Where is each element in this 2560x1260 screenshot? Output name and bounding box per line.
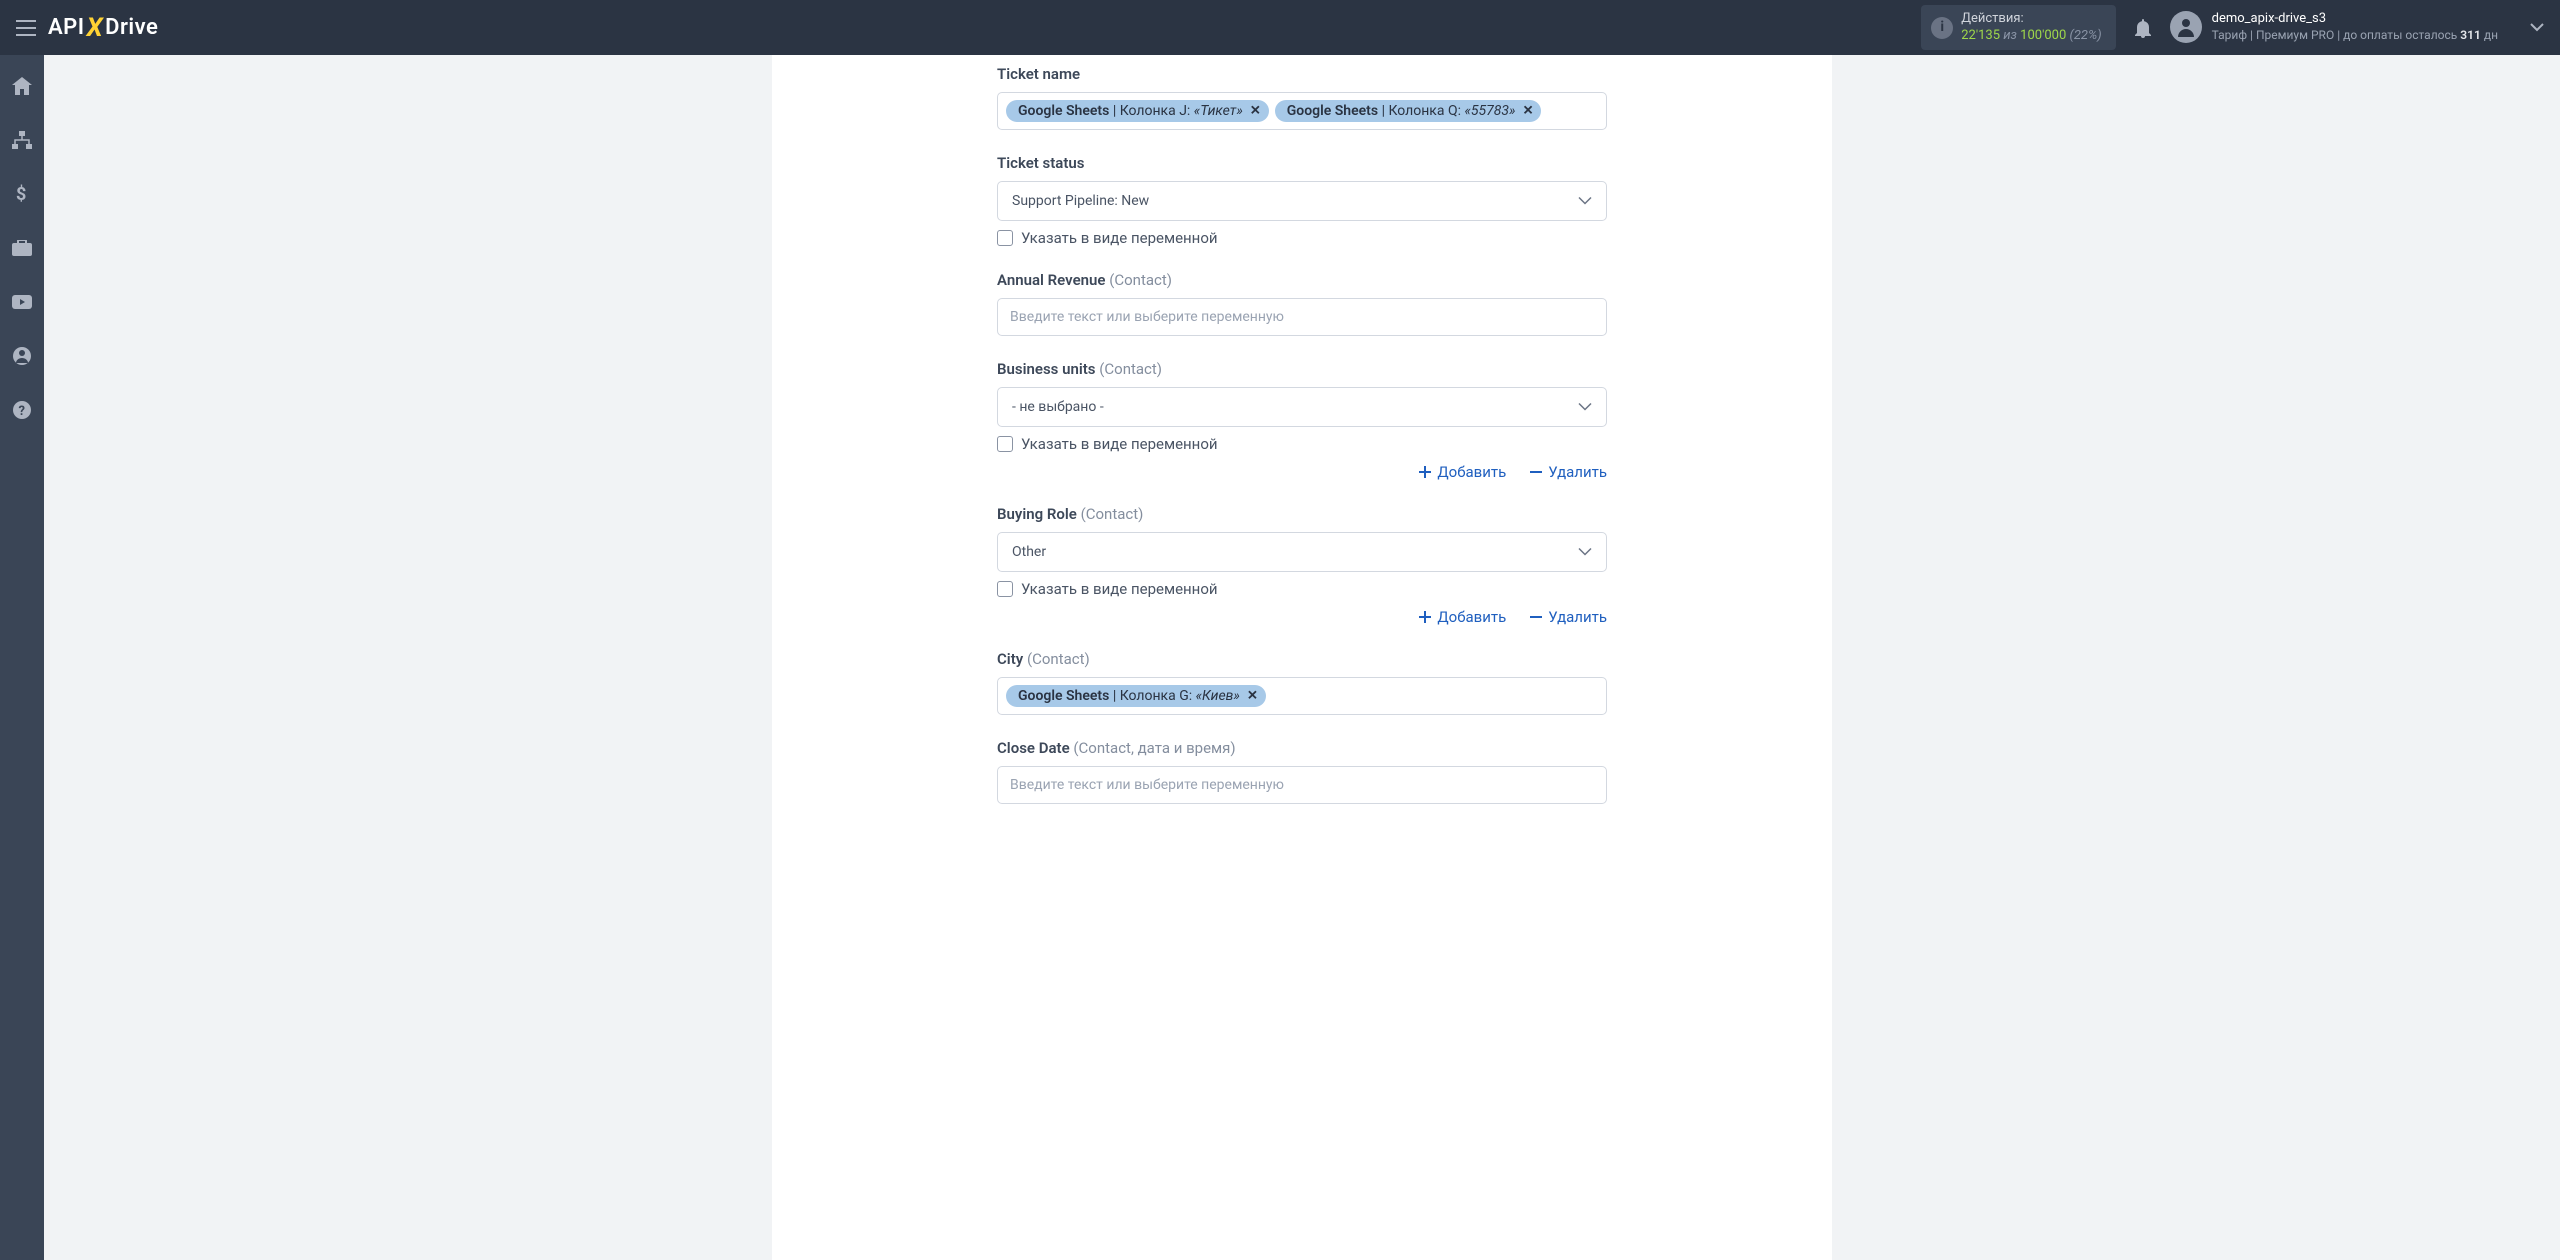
field-business-units: Business units (Contact) - не выбрано - … (997, 360, 1607, 481)
label-city: City (Contact) (997, 650, 1607, 668)
sidebar: $ ? (0, 55, 44, 1260)
nav-video-icon[interactable] (0, 285, 44, 319)
field-ticket-name: Ticket name Google Sheets | Колонка J: «… (997, 65, 1607, 130)
close-icon[interactable]: ✕ (1523, 104, 1534, 119)
actions-value: 22'135 из 100'000 (22%) (1961, 28, 2101, 45)
checkbox-icon (997, 230, 1013, 246)
nav-connections-icon[interactable] (0, 123, 44, 157)
field-buying-role: Buying Role (Contact) Other Указать в ви… (997, 505, 1607, 626)
user-subtitle: Тариф | Премиум PRO | до оплаты осталось… (2212, 28, 2498, 44)
plus-icon (1419, 611, 1431, 623)
topbar-right: i Действия: 22'135 из 100'000 (22%) demo… (1921, 5, 2544, 51)
logo-part1: API (48, 15, 85, 40)
label-buying-role: Buying Role (Contact) (997, 505, 1607, 523)
plus-icon (1419, 466, 1431, 478)
label-business-units: Business units (Contact) (997, 360, 1607, 378)
user-text: demo_apix-drive_s3 Тариф | Премиум PRO |… (2212, 11, 2498, 43)
checkbox-variable[interactable]: Указать в виде переменной (997, 229, 1607, 247)
avatar-icon (2170, 11, 2202, 43)
content: Ticket name Google Sheets | Колонка J: «… (44, 55, 2560, 1260)
action-links: Добавить Удалить (997, 608, 1607, 626)
actions-title: Действия: (1961, 11, 2101, 28)
minus-icon (1530, 466, 1542, 478)
user-name: demo_apix-drive_s3 (2212, 11, 2498, 28)
close-icon[interactable]: ✕ (1250, 104, 1261, 119)
checkbox-variable[interactable]: Указать в виде переменной (997, 435, 1607, 453)
nav-home-icon[interactable] (0, 69, 44, 103)
svg-text:$: $ (16, 184, 26, 204)
chevron-down-icon (1578, 548, 1592, 557)
notifications-icon[interactable] (2134, 18, 2152, 38)
minus-icon (1530, 611, 1542, 623)
label-ticket-name: Ticket name (997, 65, 1607, 83)
checkbox-icon (997, 581, 1013, 597)
form-card: Ticket name Google Sheets | Колонка J: «… (772, 55, 1832, 1260)
add-button[interactable]: Добавить (1419, 608, 1506, 626)
field-close-date: Close Date (Contact, дата и время) Введи… (997, 739, 1607, 804)
user-menu[interactable]: demo_apix-drive_s3 Тариф | Премиум PRO |… (2170, 11, 2498, 43)
select-buying-role[interactable]: Other (997, 532, 1607, 572)
chevron-down-icon (1578, 403, 1592, 412)
chevron-down-icon[interactable] (2530, 23, 2544, 33)
token[interactable]: Google Sheets | Колонка J: «Тикет» ✕ (1006, 100, 1269, 122)
layout: $ ? Ticket name Google Sheets | Колонка … (0, 55, 2560, 1260)
topbar: API X Drive i Действия: 22'135 из 100'00… (0, 0, 2560, 55)
field-ticket-status: Ticket status Support Pipeline: New Указ… (997, 154, 1607, 247)
field-annual-revenue: Annual Revenue (Contact) Введите текст и… (997, 271, 1607, 336)
token[interactable]: Google Sheets | Колонка Q: «55783» ✕ (1275, 100, 1542, 122)
field-city: City (Contact) Google Sheets | Колонка G… (997, 650, 1607, 715)
form-inner: Ticket name Google Sheets | Колонка J: «… (997, 55, 1607, 804)
input-close-date[interactable]: Введите текст или выберите переменную (997, 766, 1607, 804)
select-business-units[interactable]: - не выбрано - (997, 387, 1607, 427)
chevron-down-icon (1578, 197, 1592, 206)
menu-icon[interactable] (16, 20, 36, 36)
token[interactable]: Google Sheets | Колонка G: «Киев» ✕ (1006, 685, 1266, 707)
label-annual-revenue: Annual Revenue (Contact) (997, 271, 1607, 289)
nav-help-icon[interactable]: ? (0, 393, 44, 427)
logo-part2: X (87, 13, 104, 43)
add-button[interactable]: Добавить (1419, 463, 1506, 481)
logo-part3: Drive (105, 15, 158, 40)
nav-billing-icon[interactable]: $ (0, 177, 44, 211)
select-ticket-status[interactable]: Support Pipeline: New (997, 181, 1607, 221)
delete-button[interactable]: Удалить (1530, 608, 1607, 626)
delete-button[interactable]: Удалить (1530, 463, 1607, 481)
actions-counter[interactable]: i Действия: 22'135 из 100'000 (22%) (1921, 5, 2115, 51)
checkbox-icon (997, 436, 1013, 452)
nav-briefcase-icon[interactable] (0, 231, 44, 265)
action-links: Добавить Удалить (997, 463, 1607, 481)
info-icon: i (1931, 17, 1953, 39)
svg-text:?: ? (19, 404, 25, 419)
input-city[interactable]: Google Sheets | Колонка G: «Киев» ✕ (997, 677, 1607, 715)
input-ticket-name[interactable]: Google Sheets | Колонка J: «Тикет» ✕ Goo… (997, 92, 1607, 130)
label-ticket-status: Ticket status (997, 154, 1607, 172)
nav-account-icon[interactable] (0, 339, 44, 373)
input-annual-revenue[interactable]: Введите текст или выберите переменную (997, 298, 1607, 336)
close-icon[interactable]: ✕ (1247, 689, 1258, 704)
checkbox-variable[interactable]: Указать в виде переменной (997, 580, 1607, 598)
label-close-date: Close Date (Contact, дата и время) (997, 739, 1607, 757)
logo[interactable]: API X Drive (48, 13, 158, 43)
